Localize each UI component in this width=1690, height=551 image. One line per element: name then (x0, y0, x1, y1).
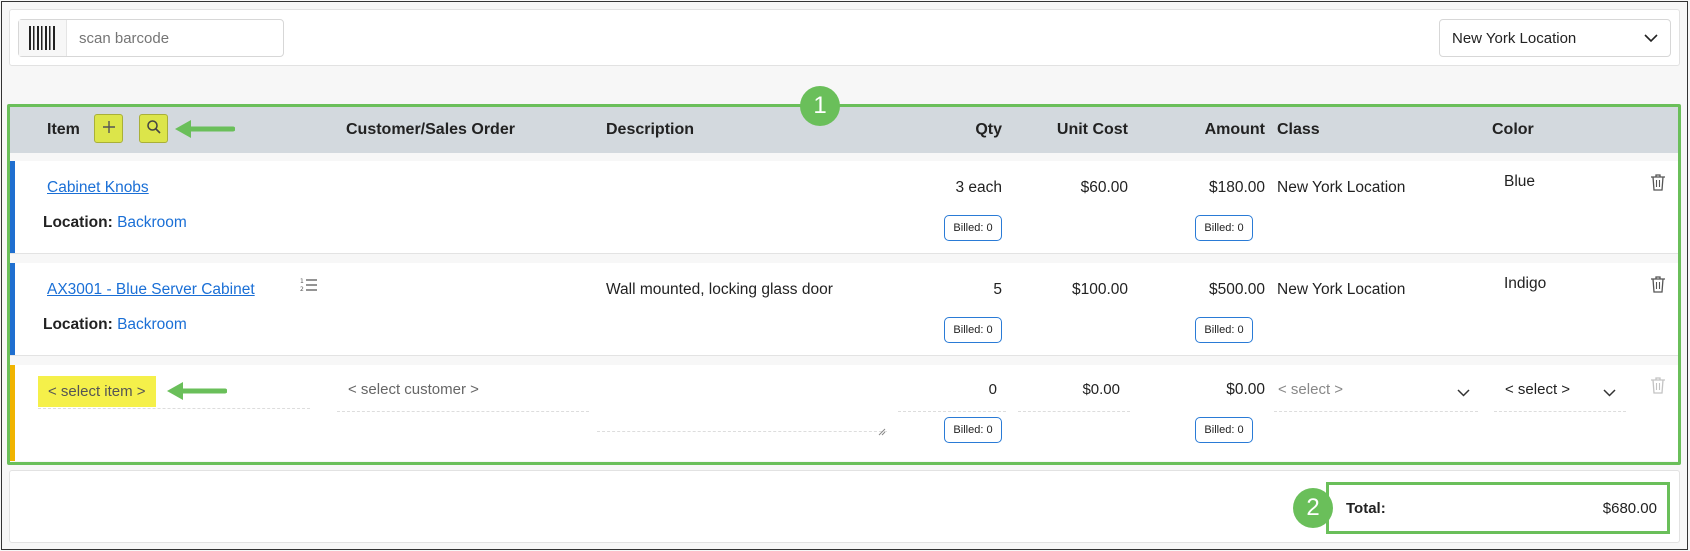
new-item-row: < select item > < select customer > 0 Bi… (10, 365, 1678, 461)
chevron-down-icon (1603, 384, 1616, 401)
numbered-list-icon[interactable]: 12 (300, 277, 318, 298)
scan-barcode-input[interactable] (67, 29, 267, 47)
arrow-left-icon (165, 380, 228, 406)
description-value: Wall mounted, locking glass door (606, 281, 833, 298)
item-link[interactable]: Cabinet Knobs (47, 179, 149, 197)
delete-row-icon (1650, 376, 1666, 398)
item-field-underline (38, 408, 310, 409)
amount-value: $0.00 (1226, 381, 1265, 398)
location-value[interactable]: Backroom (117, 214, 187, 231)
callout-badge-2: 2 (1293, 488, 1333, 528)
class-select[interactable]: < select > (1274, 381, 1478, 412)
unit-cost-input[interactable]: $0.00 (1018, 381, 1130, 412)
amount-value: $500.00 (1208, 281, 1265, 298)
amount-value: $180.00 (1208, 179, 1265, 196)
svg-text:1: 1 (300, 278, 304, 285)
billed-qty-badge: Billed: 0 (944, 215, 1002, 241)
location-select-value: New York Location (1452, 29, 1577, 47)
chevron-down-icon (1457, 384, 1470, 401)
row-status-bar (10, 161, 15, 253)
class-value: New York Location (1277, 281, 1406, 298)
total-label: Total: (1346, 500, 1386, 517)
row-status-bar (10, 263, 15, 355)
qty-input[interactable]: 0 (898, 381, 1006, 412)
location-label: Location: (43, 316, 113, 333)
svg-text:2: 2 (300, 286, 304, 293)
location-label: Location: (43, 214, 113, 231)
class-value: New York Location (1277, 179, 1406, 196)
description-textarea[interactable] (597, 431, 887, 432)
delete-row-icon[interactable] (1650, 173, 1666, 195)
location-select[interactable]: New York Location (1439, 19, 1671, 57)
location-value[interactable]: Backroom (117, 316, 187, 333)
top-toolbar: New York Location (9, 9, 1680, 66)
callout-badge-1: 1 (800, 86, 840, 126)
chevron-down-icon (1644, 30, 1658, 47)
billed-amount-badge: Billed: 0 (1195, 417, 1253, 443)
billed-qty-badge: Billed: 0 (944, 417, 1002, 443)
billed-qty-badge: Billed: 0 (944, 317, 1002, 343)
color-value: Indigo (1504, 275, 1547, 292)
unit-cost-value: $100.00 (1071, 281, 1128, 298)
select-item-dropdown[interactable]: < select item > (38, 376, 156, 407)
color-select[interactable]: < select > (1494, 381, 1626, 412)
resize-handle-icon[interactable] (878, 423, 886, 441)
qty-value: 3 each (955, 179, 1002, 196)
table-row: AX3001 - Blue Server Cabinet 12 Wall mou… (10, 263, 1678, 356)
delete-row-icon[interactable] (1650, 275, 1666, 297)
total-box: Total: $680.00 (1326, 482, 1670, 534)
item-link[interactable]: AX3001 - Blue Server Cabinet (47, 281, 255, 299)
total-value: $680.00 (1602, 500, 1657, 517)
billed-amount-badge: Billed: 0 (1195, 317, 1253, 343)
color-select-placeholder: < select > (1505, 381, 1571, 398)
row-status-bar (10, 365, 15, 461)
barcode-icon (19, 20, 67, 56)
location-line: Location: Backroom (43, 316, 187, 334)
billed-amount-badge: Billed: 0 (1195, 215, 1253, 241)
scan-barcode-field[interactable] (18, 19, 284, 57)
table-row: Cabinet Knobs Location: Backroom 3 each … (10, 161, 1678, 254)
unit-cost-value: $60.00 (1080, 179, 1128, 196)
select-customer-dropdown[interactable]: < select customer > (337, 381, 589, 412)
location-line: Location: Backroom (43, 214, 187, 232)
class-select-placeholder: < select > (1278, 381, 1344, 398)
color-value: Blue (1504, 173, 1536, 190)
qty-value: 5 (993, 281, 1002, 298)
